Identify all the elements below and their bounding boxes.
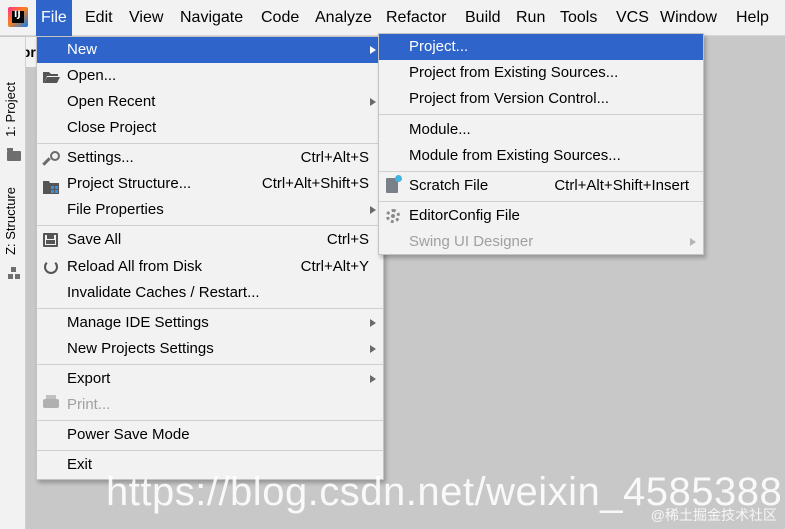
menu-item-open-recent[interactable]: Open Recent [37, 89, 383, 115]
menu-item-reload-all[interactable]: Reload All from Disk Ctrl+Alt+Y [37, 254, 383, 280]
menu-item-settings[interactable]: Settings... Ctrl+Alt+S [37, 145, 383, 171]
menu-item-label: Manage IDE Settings [67, 314, 209, 331]
menu-item-shortcut: Ctrl+S [326, 231, 369, 248]
watermark-secondary: @稀土掘金技术社区 [650, 507, 777, 523]
menu-item-label: Open... [67, 67, 117, 84]
menu-item-label: Exit [67, 456, 93, 473]
menu-item-shortcut: Ctrl+Alt+Shift+Insert [554, 177, 689, 194]
menu-item-shortcut: Ctrl+Alt+S [300, 149, 369, 166]
menu-item-label: New Projects Settings [67, 340, 214, 357]
submenu-arrow-icon [370, 375, 376, 383]
project-structure-icon [43, 177, 59, 194]
project-tool-tab[interactable]: 1: Project [3, 82, 18, 137]
menu-item-label: Scratch File [409, 177, 489, 194]
menu-refactor[interactable]: Refactor [381, 0, 451, 36]
submenu-item-project-vcs[interactable]: Project from Version Control... [379, 86, 703, 112]
menu-item-print: Print... [37, 392, 383, 418]
submenu-item-project[interactable]: Project... [379, 34, 703, 60]
menu-item-open[interactable]: Open... [37, 63, 383, 89]
menu-code[interactable]: Code [256, 0, 304, 36]
menu-file[interactable]: File [36, 0, 72, 36]
menu-item-new[interactable]: New [37, 37, 383, 63]
menu-item-label: Settings... [67, 149, 134, 166]
structure-icon [8, 267, 20, 279]
menu-item-power-save-mode[interactable]: Power Save Mode [37, 422, 383, 448]
menu-item-label: Close Project [67, 119, 157, 136]
submenu-arrow-icon [370, 206, 376, 214]
menu-vcs[interactable]: VCS [611, 0, 654, 36]
submenu-arrow-icon [690, 238, 696, 246]
menu-item-label: Invalidate Caches / Restart... [67, 284, 260, 301]
menu-separator [37, 364, 383, 365]
menu-item-label: Print... [67, 396, 111, 413]
menu-run[interactable]: Run [511, 0, 550, 36]
menu-separator [379, 171, 703, 172]
menu-item-label: Project from Version Control... [409, 90, 610, 107]
structure-tool-tab[interactable]: Z: Structure [3, 187, 18, 255]
menu-item-label: Reload All from Disk [67, 258, 203, 275]
menu-separator [37, 308, 383, 309]
menu-item-export[interactable]: Export [37, 366, 383, 392]
submenu-arrow-icon [370, 46, 376, 54]
menu-item-file-properties[interactable]: File Properties [37, 197, 383, 223]
submenu-arrow-icon [370, 319, 376, 327]
menu-item-shortcut: Ctrl+Alt+Shift+S [261, 175, 369, 192]
folder-icon [7, 148, 21, 161]
gear-icon [386, 209, 400, 223]
menu-item-label: Power Save Mode [67, 426, 190, 443]
submenu-item-module-existing-sources[interactable]: Module from Existing Sources... [379, 143, 703, 169]
file-menu: New Open... Open Recent Close Project Se… [36, 36, 384, 480]
folder-open-icon [42, 68, 60, 84]
menu-help[interactable]: Help [731, 0, 774, 36]
menu-bar: IJ File Edit View Navigate Code Analyze … [0, 0, 785, 36]
menu-item-label: Open Recent [67, 93, 156, 110]
menu-item-new-projects-settings[interactable]: New Projects Settings [37, 336, 383, 362]
menu-item-label: Export [67, 370, 111, 387]
menu-item-label: EditorConfig File [409, 207, 520, 224]
menu-separator [379, 114, 703, 115]
menu-separator [37, 420, 383, 421]
menu-item-label: New [67, 41, 98, 58]
menu-item-label: Module... [409, 121, 471, 138]
scratch-file-icon [386, 175, 402, 193]
menu-analyze[interactable]: Analyze [310, 0, 377, 36]
menu-item-label: Project from Existing Sources... [409, 64, 619, 81]
menu-item-shortcut: Ctrl+Alt+Y [300, 258, 369, 275]
menu-item-label: File Properties [67, 201, 164, 218]
menu-item-label: Module from Existing Sources... [409, 147, 621, 164]
menu-item-invalidate-caches[interactable]: Invalidate Caches / Restart... [37, 280, 383, 306]
submenu-arrow-icon [370, 98, 376, 106]
menu-view[interactable]: View [124, 0, 168, 36]
menu-item-label: Project Structure... [67, 175, 192, 192]
new-submenu: Project... Project from Existing Sources… [378, 33, 704, 255]
menu-item-label: Save All [67, 231, 122, 248]
submenu-item-module[interactable]: Module... [379, 117, 703, 143]
menu-navigate[interactable]: Navigate [175, 0, 248, 36]
save-icon [43, 233, 58, 247]
menu-tools[interactable]: Tools [555, 0, 602, 36]
menu-item-label: Project... [409, 38, 469, 55]
submenu-item-editorconfig-file[interactable]: EditorConfig File [379, 203, 703, 229]
wrench-icon [42, 150, 60, 166]
menu-build[interactable]: Build [460, 0, 506, 36]
menu-edit[interactable]: Edit [80, 0, 118, 36]
menu-item-save-all[interactable]: Save All Ctrl+S [37, 227, 383, 253]
left-tool-strip: 1: Project Z: Structure [0, 37, 26, 529]
reload-icon [44, 260, 58, 274]
intellij-logo-icon: IJ [8, 7, 28, 27]
menu-separator [379, 201, 703, 202]
menu-item-close-project[interactable]: Close Project [37, 115, 383, 141]
printer-icon [43, 395, 59, 408]
submenu-item-swing-ui-designer: Swing UI Designer [379, 229, 703, 255]
menu-item-label: Swing UI Designer [409, 233, 534, 250]
menu-separator [37, 225, 383, 226]
submenu-arrow-icon [370, 345, 376, 353]
menu-window[interactable]: Window [655, 0, 722, 36]
menu-separator [37, 143, 383, 144]
menu-separator [37, 450, 383, 451]
submenu-item-scratch-file[interactable]: Scratch File Ctrl+Alt+Shift+Insert [379, 173, 703, 199]
menu-item-project-structure[interactable]: Project Structure... Ctrl+Alt+Shift+S [37, 171, 383, 197]
menu-item-manage-ide-settings[interactable]: Manage IDE Settings [37, 310, 383, 336]
submenu-item-project-existing-sources[interactable]: Project from Existing Sources... [379, 60, 703, 86]
